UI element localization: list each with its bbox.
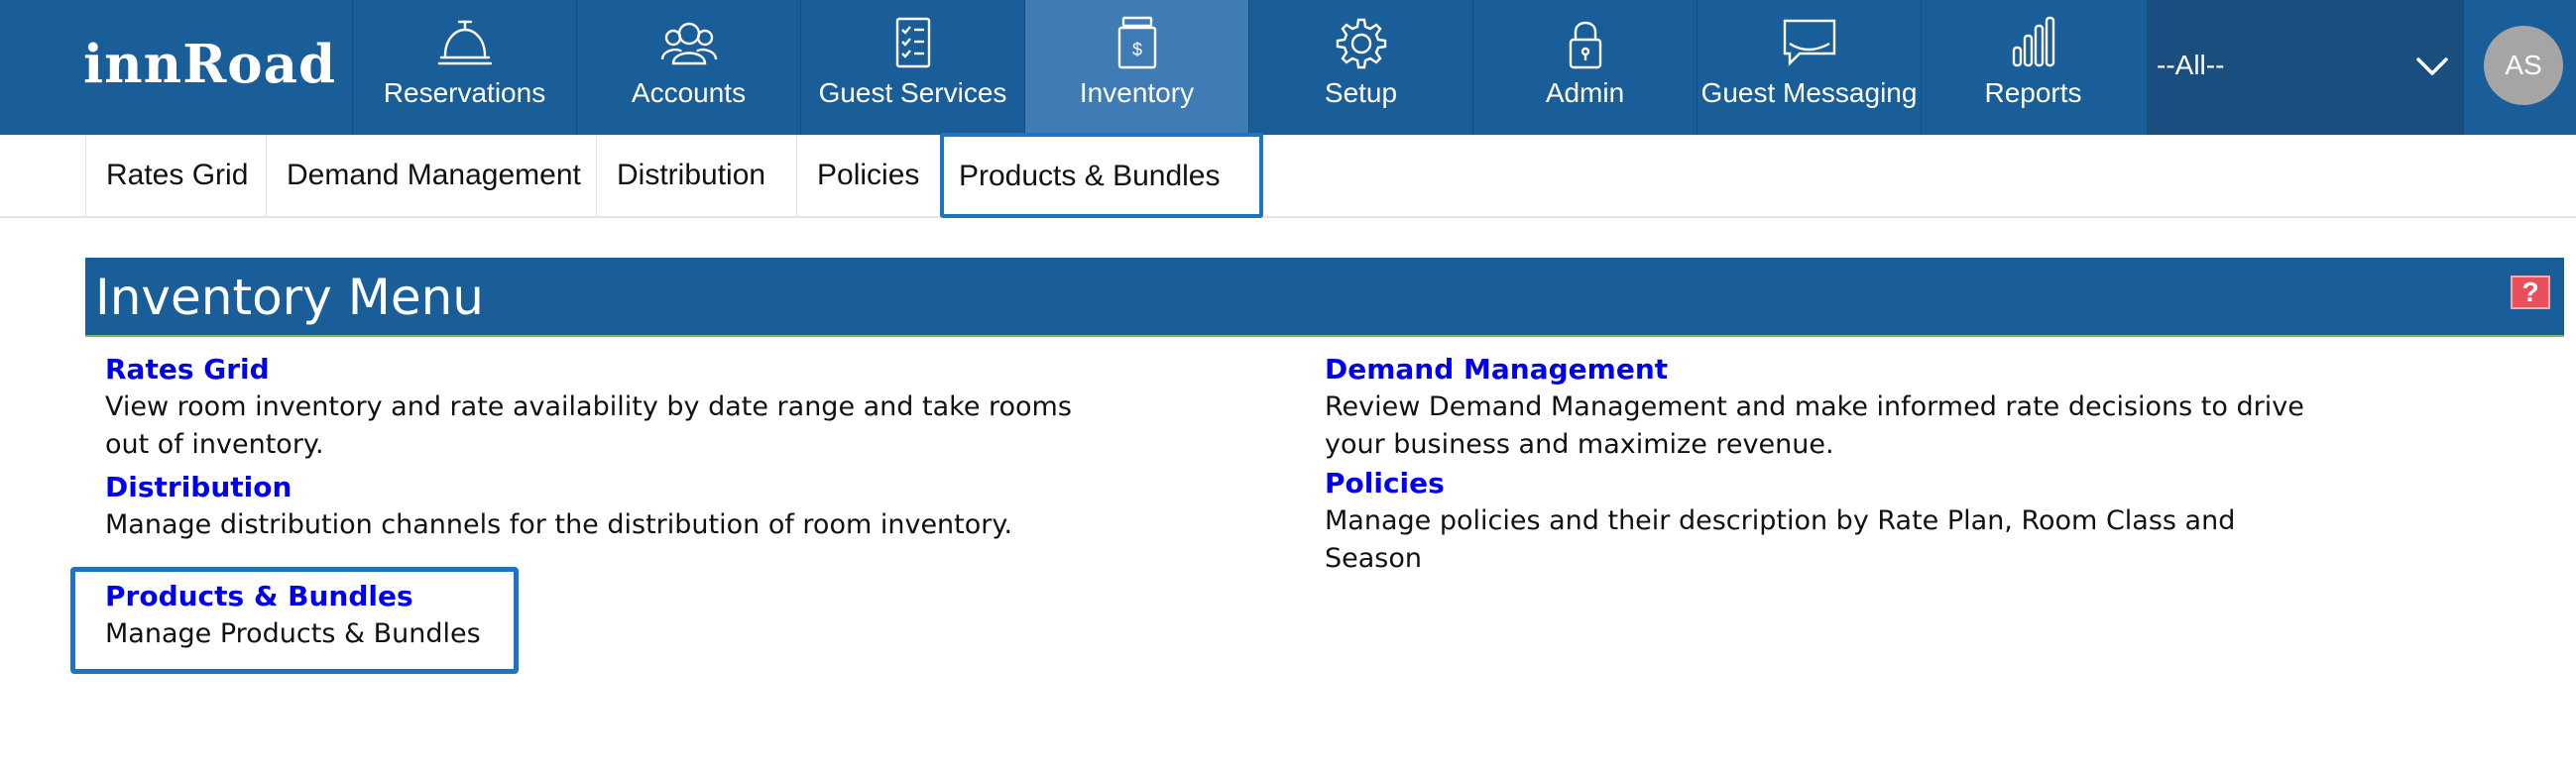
property-select-value: --All-- — [2157, 50, 2225, 80]
property-select[interactable]: --All-- — [2147, 0, 2464, 135]
products-bundles-link[interactable]: Products & Bundles — [105, 578, 502, 615]
gear-icon — [1332, 16, 1391, 71]
subtab-distribution[interactable]: Distribution — [596, 135, 796, 216]
nav-admin[interactable]: Admin — [1472, 0, 1697, 135]
bar-chart-icon — [2004, 16, 2063, 71]
menu-item-rates-grid: Rates Grid View room inventory and rate … — [105, 351, 1107, 464]
nav-setup[interactable]: Setup — [1248, 0, 1472, 135]
nav-label-inventory: Inventory — [1079, 77, 1195, 108]
subtab-rates-grid[interactable]: Rates Grid — [85, 135, 266, 216]
top-navigation-bar: innRoad Reservations Accounts Guest Serv… — [0, 0, 2576, 135]
nav-label-admin: Admin — [1545, 77, 1625, 108]
nav-label-reservations: Reservations — [383, 77, 546, 108]
nav-reservations[interactable]: Reservations — [352, 0, 576, 135]
page-title: Inventory Menu — [95, 269, 484, 326]
nav-guest-services[interactable]: Guest Services — [800, 0, 1024, 135]
lock-icon — [1556, 16, 1615, 71]
policies-description: Manage policies and their description by… — [1325, 505, 2236, 574]
nav-reports[interactable]: Reports — [1921, 0, 2145, 135]
policies-link[interactable]: Policies — [1325, 465, 2277, 502]
chevron-down-icon — [2412, 52, 2452, 81]
inventory-icon: $ — [1108, 16, 1167, 71]
subtab-demand-management[interactable]: Demand Management — [266, 135, 596, 216]
distribution-link[interactable]: Distribution — [105, 469, 1107, 506]
help-button[interactable]: ? — [2511, 276, 2550, 309]
nav-label-guest-messaging: Guest Messaging — [1700, 77, 1918, 108]
rates-grid-link[interactable]: Rates Grid — [105, 351, 1107, 388]
nav-inventory[interactable]: $ Inventory — [1024, 0, 1248, 135]
bell-icon — [435, 16, 495, 71]
menu-item-demand-management: Demand Management Review Demand Manageme… — [1325, 351, 2326, 464]
menu-item-products-bundles: Products & Bundles Manage Products & Bun… — [105, 578, 502, 653]
menu-item-distribution: Distribution Manage distribution channel… — [105, 469, 1107, 544]
nav-label-accounts: Accounts — [631, 77, 747, 108]
menu-item-policies: Policies Manage policies and their descr… — [1325, 465, 2277, 578]
products-bundles-description: Manage Products & Bundles — [105, 618, 481, 649]
demand-management-description: Review Demand Management and make inform… — [1325, 391, 2304, 460]
nav-label-setup: Setup — [1324, 77, 1398, 108]
user-avatar[interactable]: AS — [2484, 26, 2563, 105]
subtab-products-bundles[interactable]: Products & Bundles — [940, 133, 1263, 218]
innroad-logo[interactable]: innRoad — [83, 30, 336, 99]
subtab-policies[interactable]: Policies — [796, 135, 941, 216]
inventory-subnav: Rates Grid Demand Management Distributio… — [0, 133, 2576, 218]
nav-accounts[interactable]: Accounts — [576, 0, 800, 135]
distribution-description: Manage distribution channels for the dis… — [105, 509, 1013, 540]
rates-grid-description: View room inventory and rate availabilit… — [105, 391, 1072, 460]
users-icon — [659, 16, 719, 71]
nav-label-guest-services: Guest Services — [818, 77, 1007, 108]
inventory-menu-header: Inventory Menu ? — [85, 258, 2564, 337]
message-icon — [1780, 16, 1839, 71]
svg-text:$: $ — [1131, 40, 1141, 59]
checklist-icon — [883, 16, 943, 71]
nav-label-reports: Reports — [1984, 77, 2082, 108]
nav-guest-messaging[interactable]: Guest Messaging — [1697, 0, 1921, 135]
demand-management-link[interactable]: Demand Management — [1325, 351, 2326, 388]
